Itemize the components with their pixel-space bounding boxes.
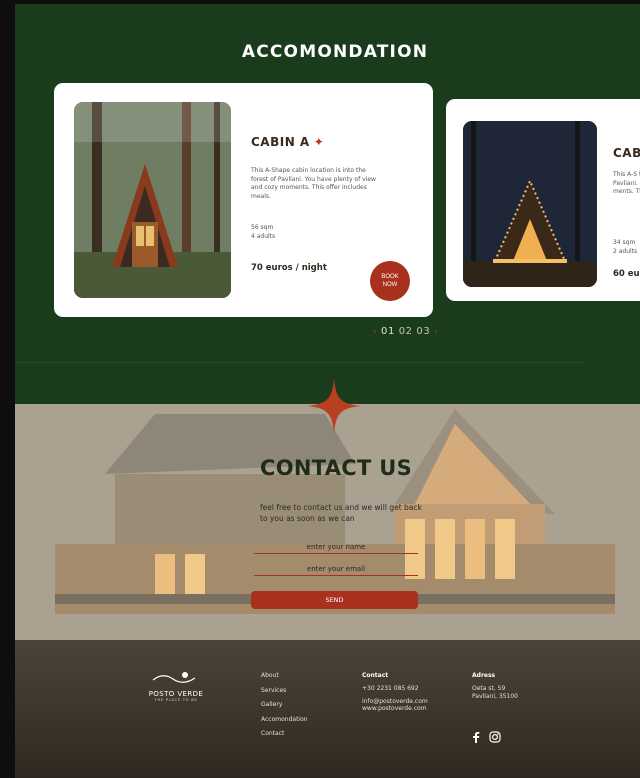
cabin-photo	[74, 102, 231, 298]
card-area: 34 sqm	[613, 239, 636, 246]
footer-link-gallery[interactable]: Gallery	[261, 701, 308, 708]
contact-website[interactable]: www.postoverde.com	[362, 705, 428, 712]
card-specs: 34 sqm 2 adults	[613, 239, 637, 256]
section-title: ACCOMONDATION	[241, 42, 429, 62]
logo-mark	[152, 672, 196, 683]
card-price: 60 euros / night	[613, 269, 640, 279]
footer-adress: Adress Oeta st, 59 Pavliani, 35100	[472, 672, 518, 700]
footer-link-services[interactable]: Services	[261, 687, 308, 694]
name-input[interactable]: enter your name	[254, 541, 418, 554]
card-capacity: 2 adults	[613, 247, 638, 255]
contact-email[interactable]: info@postoverde.com	[362, 698, 428, 705]
book-now-label: BOOK NOW	[381, 274, 399, 288]
email-input[interactable]: enter your email	[254, 563, 418, 576]
logo[interactable]: POSTO VERDE THE PLACE TO BE	[146, 669, 206, 702]
pager-next-arrow[interactable]: ›	[434, 327, 438, 337]
carousel-pager: ‹ 01 02 03 ›	[373, 326, 438, 337]
footer-contact: Contact +30 2231 085 692 info@postoverde…	[362, 672, 428, 712]
pager-current[interactable]: 01	[381, 326, 395, 337]
card-price: 70 euros / night	[251, 263, 327, 273]
divider	[15, 362, 585, 363]
facebook-icon[interactable]	[471, 731, 481, 743]
card-area: 56 sqm	[251, 224, 274, 231]
footer	[15, 640, 640, 778]
card-title: CABIN A ✦	[251, 135, 325, 149]
cabin-photo	[463, 121, 597, 287]
adress-heading: Adress	[472, 672, 496, 679]
contact-heading: Contact	[362, 672, 389, 679]
footer-link-accomondation[interactable]: Accomondation	[261, 716, 308, 723]
contact-subtitle: feel free to contact us and we will get …	[260, 503, 422, 523]
logo-name: POSTO VERDE	[148, 690, 204, 698]
card-capacity: 4 adults	[251, 232, 276, 240]
card-title: CABIN	[613, 146, 640, 160]
social-links	[471, 731, 501, 743]
card-description: This A-S tion is int Pavliani. of view a…	[613, 171, 640, 196]
pager-page[interactable]: 03	[416, 326, 430, 337]
cabin-card[interactable]: CABIN A ✦ This A-Shape cabin location is …	[54, 83, 433, 317]
card-description: This A-Shape cabin location is into the …	[251, 167, 376, 200]
footer-link-about[interactable]: About	[261, 672, 308, 679]
footer-nav: About Services Gallery Accomondation Con…	[261, 672, 308, 745]
cabin-card[interactable]: CABIN This A-S tion is int Pavliani. of …	[446, 99, 640, 301]
pager-page[interactable]: 02	[399, 326, 413, 337]
card-specs: 56 sqm 4 adults	[251, 224, 275, 241]
send-button[interactable]: SEND	[251, 591, 418, 609]
contact-phone[interactable]: +30 2231 085 692	[362, 685, 428, 692]
book-now-button[interactable]: BOOK NOW	[370, 261, 410, 301]
footer-link-contact[interactable]: Contact	[261, 730, 308, 737]
instagram-icon[interactable]	[489, 731, 501, 743]
adress-street: Oeta st, 59	[472, 685, 506, 692]
star-icon	[307, 379, 361, 433]
page: ACCOMONDATION CABIN A ✦ This A-Shape cab…	[15, 4, 640, 778]
logo-tagline: THE PLACE TO BE	[154, 698, 198, 702]
sparkle-icon: ✦	[313, 135, 325, 149]
contact-title: CONTACT US	[260, 456, 413, 480]
pager-prev-arrow[interactable]: ‹	[373, 327, 377, 337]
adress-city: Pavliani, 35100	[472, 692, 518, 700]
accommodation-section: ACCOMONDATION CABIN A ✦ This A-Shape cab…	[15, 4, 640, 404]
